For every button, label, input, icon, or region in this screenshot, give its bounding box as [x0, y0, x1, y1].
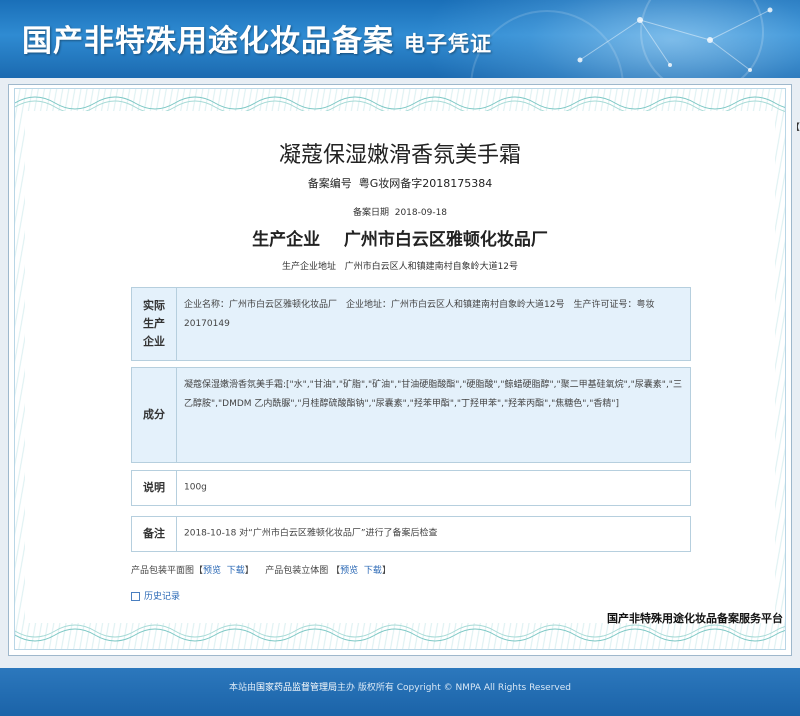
edge-bracket-mark: 【 — [791, 123, 800, 133]
flat-download-link[interactable]: 下载 — [227, 566, 245, 576]
producer-address: 生产企业地址 广州市白云区人和镇建南村自象岭大道12号 — [281, 262, 519, 272]
guilloche-bottom — [15, 624, 785, 642]
page-subtitle: 电子凭证 — [404, 31, 492, 56]
solid-download-link[interactable]: 下载 — [364, 566, 382, 576]
actual-producer-section: 实际生产企业 企业名称：广州市白云区雅顿化妆品厂 企业地址：广州市白云区人和镇建… — [131, 287, 691, 361]
header-banner: 国产非特殊用途化妆品备案 电子凭证 — [0, 0, 800, 78]
certificate-frame: 凝蔻保湿嫩滑香氛美手霜 备案编号 粤G妆网备字2018175384 备案日期 2… — [8, 84, 792, 656]
ingredients-section: 成分 凝蔻保湿嫩滑香氛美手霜:["水","甘油","矿脂","矿油","甘油硬脂… — [131, 367, 691, 463]
section-label: 备注 — [132, 517, 177, 551]
certificate-border: 凝蔻保湿嫩滑香氛美手霜 备案编号 粤G妆网备字2018175384 备案日期 2… — [14, 88, 786, 650]
registration-number: 备案编号 粤G妆网备字2018175384 — [307, 177, 493, 190]
section-label: 成分 — [132, 368, 177, 462]
footer-org-link[interactable]: 国家药品监督管理局 — [256, 683, 337, 693]
solid-preview-link[interactable]: 预览 — [340, 566, 358, 576]
header-network-decoration — [577, 7, 773, 72]
flat-preview-link[interactable]: 预览 — [203, 566, 221, 576]
certificate-body: 凝蔻保湿嫩滑香氛美手霜 备案编号 粤G妆网备字2018175384 备案日期 2… — [25, 111, 783, 625]
footer: 本站由国家药品监督管理局主办 版权所有 Copyright © NMPA All… — [0, 668, 800, 716]
platform-name: 国产非特殊用途化妆品备案服务平台 — [607, 612, 783, 625]
section-value: 企业名称：广州市白云区雅顿化妆品厂 企业地址：广州市白云区人和镇建南村自象岭大道… — [184, 300, 655, 329]
package-images: 产品包装平面图【预览 下载】 产品包装立体图 【预览 下载】 — [131, 566, 391, 576]
history-icon — [131, 592, 140, 601]
section-label: 说明 — [132, 471, 177, 505]
section-value: 凝蔻保湿嫩滑香氛美手霜:["水","甘油","矿脂","矿油","甘油硬脂酸酯"… — [184, 380, 682, 409]
product-name: 凝蔻保湿嫩滑香氛美手霜 — [278, 143, 521, 168]
producer: 生产企业 广州市白云区雅顿化妆品厂 — [252, 230, 548, 250]
section-value: 100g — [184, 482, 207, 493]
section-value: 2018-10-18 对“广州市白云区雅顿化妆品厂”进行了备案后检查 — [184, 528, 438, 539]
history-link[interactable]: 历史记录 — [131, 589, 180, 602]
section-label: 实际生产企业 — [132, 288, 177, 360]
note-section: 说明 100g — [131, 470, 691, 506]
remark-section: 备注 2018-10-18 对“广州市白云区雅顿化妆品厂”进行了备案后检查 — [131, 516, 691, 552]
page-title: 国产非特殊用途化妆品备案 电子凭证 — [22, 24, 492, 59]
registration-date: 备案日期 2018-09-18 — [352, 208, 448, 218]
